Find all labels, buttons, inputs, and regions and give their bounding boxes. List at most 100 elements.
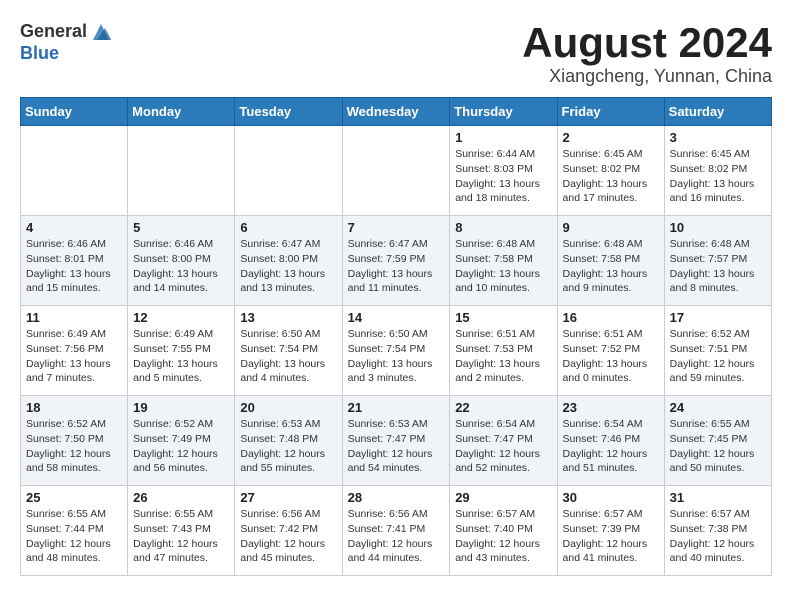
calendar-cell: 11Sunrise: 6:49 AM Sunset: 7:56 PM Dayli… [21, 306, 128, 396]
day-info: Sunrise: 6:56 AM Sunset: 7:42 PM Dayligh… [240, 507, 336, 566]
day-number: 24 [670, 400, 766, 415]
day-number: 27 [240, 490, 336, 505]
logo-icon [89, 20, 113, 44]
calendar-cell: 27 Sunrise: 6:56 AM Sunset: 7:42 PM Dayli… [235, 486, 342, 576]
day-number: 2 [563, 130, 659, 145]
day-number: 9 [563, 220, 659, 235]
calendar-cell: 9Sunrise: 6:48 AM Sunset: 7:58 PM Daylig… [557, 216, 664, 306]
day-info: Sunrise: 6:47 AM Sunset: 8:00 PM Dayligh… [240, 237, 336, 296]
calendar-cell: 19 Sunrise: 6:52 AM Sunset: 7:49 PM Dayli… [128, 396, 235, 486]
day-number: 28 [348, 490, 445, 505]
calendar-cell: 7 Sunrise: 6:47 AM Sunset: 7:59 PM Daylig… [342, 216, 450, 306]
day-number: 30 [563, 490, 659, 505]
day-info: Sunrise: 6:46 AM Sunset: 8:01 PM Dayligh… [26, 237, 122, 296]
calendar-cell: 12 Sunrise: 6:49 AM Sunset: 7:55 PM Dayli… [128, 306, 235, 396]
day-number: 22 [455, 400, 551, 415]
day-info: Sunrise: 6:51 AM Sunset: 7:52 PM Dayligh… [563, 327, 659, 386]
logo: General Blue [20, 20, 113, 64]
day-info: Sunrise: 6:52 AM Sunset: 7:50 PM Dayligh… [26, 417, 122, 476]
day-number: 5 [133, 220, 229, 235]
day-number: 10 [670, 220, 766, 235]
calendar-cell: 4Sunrise: 6:46 AM Sunset: 8:01 PM Daylig… [21, 216, 128, 306]
calendar-cell: 3 Sunrise: 6:45 AM Sunset: 8:02 PM Daylig… [664, 126, 771, 216]
calendar-cell: 21 Sunrise: 6:53 AM Sunset: 7:47 PM Dayli… [342, 396, 450, 486]
day-header-thursday: Thursday [450, 98, 557, 126]
calendar-cell: 14 Sunrise: 6:50 AM Sunset: 7:54 PM Dayli… [342, 306, 450, 396]
title-area: August 2024 Xiangcheng, Yunnan, China [522, 20, 772, 87]
day-header-friday: Friday [557, 98, 664, 126]
day-number: 15 [455, 310, 551, 325]
logo-blue-text: Blue [20, 44, 113, 64]
day-info: Sunrise: 6:55 AM Sunset: 7:45 PM Dayligh… [670, 417, 766, 476]
calendar-cell: 25Sunrise: 6:55 AM Sunset: 7:44 PM Dayli… [21, 486, 128, 576]
calendar-cell: 1Sunrise: 6:44 AM Sunset: 8:03 PM Daylig… [450, 126, 557, 216]
calendar-cell: 31 Sunrise: 6:57 AM Sunset: 7:38 PM Dayli… [664, 486, 771, 576]
day-info: Sunrise: 6:47 AM Sunset: 7:59 PM Dayligh… [348, 237, 445, 296]
day-info: Sunrise: 6:45 AM Sunset: 8:02 PM Dayligh… [670, 147, 766, 206]
day-info: Sunrise: 6:52 AM Sunset: 7:49 PM Dayligh… [133, 417, 229, 476]
day-info: Sunrise: 6:53 AM Sunset: 7:48 PM Dayligh… [240, 417, 336, 476]
calendar-cell: 26Sunrise: 6:55 AM Sunset: 7:43 PM Dayli… [128, 486, 235, 576]
day-info: Sunrise: 6:54 AM Sunset: 7:47 PM Dayligh… [455, 417, 551, 476]
calendar-week-row: 25Sunrise: 6:55 AM Sunset: 7:44 PM Dayli… [21, 486, 772, 576]
calendar-cell: 10Sunrise: 6:48 AM Sunset: 7:57 PM Dayli… [664, 216, 771, 306]
calendar-cell: 13 Sunrise: 6:50 AM Sunset: 7:54 PM Dayli… [235, 306, 342, 396]
day-number: 6 [240, 220, 336, 235]
calendar-cell: 18Sunrise: 6:52 AM Sunset: 7:50 PM Dayli… [21, 396, 128, 486]
day-info: Sunrise: 6:52 AM Sunset: 7:51 PM Dayligh… [670, 327, 766, 386]
day-header-sunday: Sunday [21, 98, 128, 126]
day-number: 21 [348, 400, 445, 415]
calendar-table: SundayMondayTuesdayWednesdayThursdayFrid… [20, 97, 772, 576]
day-header-tuesday: Tuesday [235, 98, 342, 126]
day-info: Sunrise: 6:45 AM Sunset: 8:02 PM Dayligh… [563, 147, 659, 206]
day-info: Sunrise: 6:57 AM Sunset: 7:38 PM Dayligh… [670, 507, 766, 566]
day-number: 7 [348, 220, 445, 235]
day-header-monday: Monday [128, 98, 235, 126]
calendar-cell: 22 Sunrise: 6:54 AM Sunset: 7:47 PM Dayli… [450, 396, 557, 486]
calendar-cell: 28 Sunrise: 6:56 AM Sunset: 7:41 PM Dayli… [342, 486, 450, 576]
day-number: 3 [670, 130, 766, 145]
calendar-cell: 17Sunrise: 6:52 AM Sunset: 7:51 PM Dayli… [664, 306, 771, 396]
day-header-wednesday: Wednesday [342, 98, 450, 126]
logo-general-text: General [20, 22, 87, 42]
location-title: Xiangcheng, Yunnan, China [522, 66, 772, 87]
calendar-cell: 24 Sunrise: 6:55 AM Sunset: 7:45 PM Dayli… [664, 396, 771, 486]
day-number: 31 [670, 490, 766, 505]
day-number: 16 [563, 310, 659, 325]
calendar-cell: 15Sunrise: 6:51 AM Sunset: 7:53 PM Dayli… [450, 306, 557, 396]
calendar-cell: 2 Sunrise: 6:45 AM Sunset: 8:02 PM Daylig… [557, 126, 664, 216]
calendar-cell: 30 Sunrise: 6:57 AM Sunset: 7:39 PM Dayli… [557, 486, 664, 576]
day-number: 8 [455, 220, 551, 235]
day-number: 12 [133, 310, 229, 325]
day-info: Sunrise: 6:57 AM Sunset: 7:39 PM Dayligh… [563, 507, 659, 566]
day-info: Sunrise: 6:55 AM Sunset: 7:44 PM Dayligh… [26, 507, 122, 566]
day-info: Sunrise: 6:50 AM Sunset: 7:54 PM Dayligh… [240, 327, 336, 386]
header: General Blue August 2024 Xiangcheng, Yun… [20, 20, 772, 87]
calendar-cell: 8 Sunrise: 6:48 AM Sunset: 7:58 PM Daylig… [450, 216, 557, 306]
calendar-cell: 6 Sunrise: 6:47 AM Sunset: 8:00 PM Daylig… [235, 216, 342, 306]
calendar-week-row: 11Sunrise: 6:49 AM Sunset: 7:56 PM Dayli… [21, 306, 772, 396]
calendar-cell [128, 126, 235, 216]
calendar-header-row: SundayMondayTuesdayWednesdayThursdayFrid… [21, 98, 772, 126]
calendar-cell: 16 Sunrise: 6:51 AM Sunset: 7:52 PM Dayli… [557, 306, 664, 396]
calendar-week-row: 1Sunrise: 6:44 AM Sunset: 8:03 PM Daylig… [21, 126, 772, 216]
day-number: 29 [455, 490, 551, 505]
day-info: Sunrise: 6:53 AM Sunset: 7:47 PM Dayligh… [348, 417, 445, 476]
day-info: Sunrise: 6:48 AM Sunset: 7:58 PM Dayligh… [455, 237, 551, 296]
day-info: Sunrise: 6:49 AM Sunset: 7:55 PM Dayligh… [133, 327, 229, 386]
day-info: Sunrise: 6:57 AM Sunset: 7:40 PM Dayligh… [455, 507, 551, 566]
calendar-cell: 29 Sunrise: 6:57 AM Sunset: 7:40 PM Dayli… [450, 486, 557, 576]
calendar-week-row: 4Sunrise: 6:46 AM Sunset: 8:01 PM Daylig… [21, 216, 772, 306]
day-info: Sunrise: 6:50 AM Sunset: 7:54 PM Dayligh… [348, 327, 445, 386]
calendar-cell: 23Sunrise: 6:54 AM Sunset: 7:46 PM Dayli… [557, 396, 664, 486]
day-number: 20 [240, 400, 336, 415]
day-number: 19 [133, 400, 229, 415]
calendar-cell [235, 126, 342, 216]
day-number: 14 [348, 310, 445, 325]
day-info: Sunrise: 6:56 AM Sunset: 7:41 PM Dayligh… [348, 507, 445, 566]
calendar-cell: 20 Sunrise: 6:53 AM Sunset: 7:48 PM Dayli… [235, 396, 342, 486]
day-number: 23 [563, 400, 659, 415]
day-number: 1 [455, 130, 551, 145]
day-number: 13 [240, 310, 336, 325]
day-info: Sunrise: 6:46 AM Sunset: 8:00 PM Dayligh… [133, 237, 229, 296]
